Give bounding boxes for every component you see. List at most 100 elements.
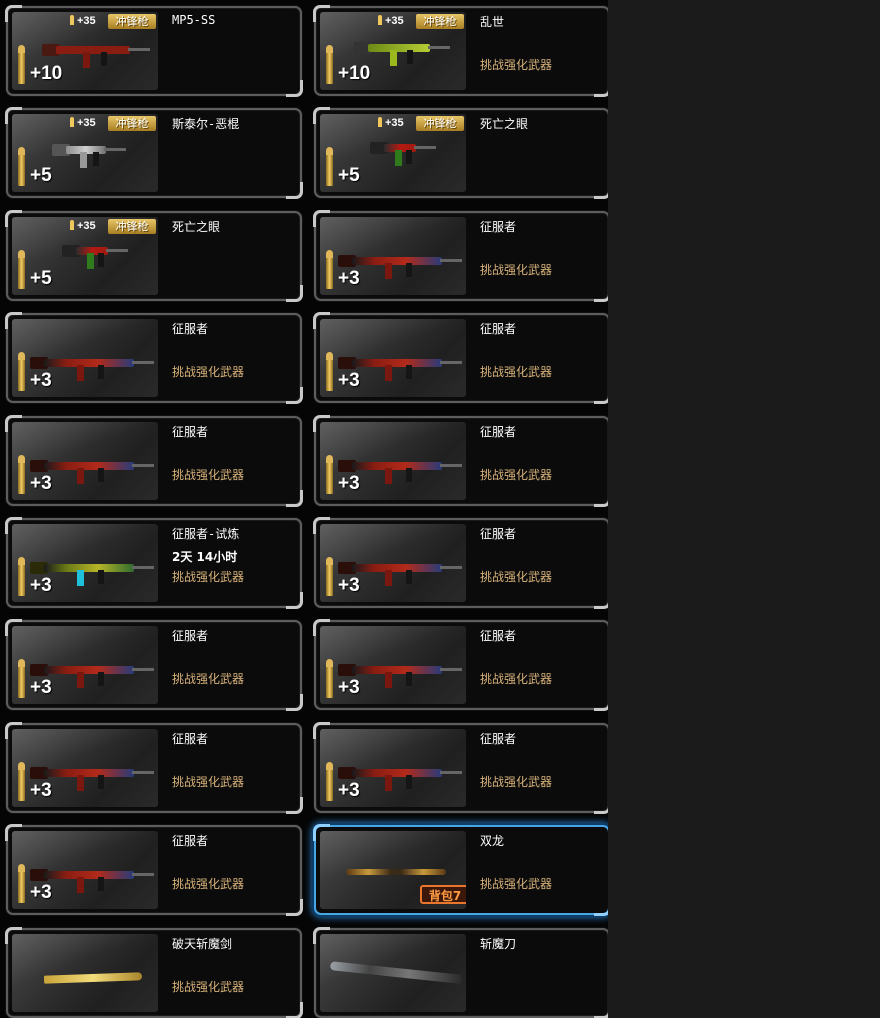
ammo-bullet-icon: [18, 762, 25, 801]
enhance-level: +5: [30, 165, 52, 186]
time-remaining: 2天 14小时: [172, 550, 238, 564]
weapon-card[interactable]: +3 征服者挑战强化武器: [5, 722, 303, 814]
weapon-card[interactable]: +3 征服者挑战强化武器: [313, 415, 608, 507]
weapon-name: 征服者: [172, 425, 209, 439]
dark-blade-icon: [329, 961, 463, 984]
ammo-bullet-icon: [326, 147, 333, 186]
ammo-bullet-icon: [18, 864, 25, 903]
enhance-level: +3: [30, 575, 52, 596]
weapon-card[interactable]: +5 +35 冲锋枪 斯泰尔-恶棍: [5, 107, 303, 199]
golden-sword-icon: [43, 972, 143, 984]
weapon-thumbnail: +3: [12, 422, 158, 500]
weapon-thumbnail: +3: [12, 729, 158, 807]
challenge-enhance-tag: 挑战强化武器: [172, 775, 245, 789]
weapon-thumbnail: +3: [320, 422, 466, 500]
weapon-name: MP5-SS: [172, 13, 216, 27]
ammo-bullet-icon: [18, 557, 25, 596]
ammo-icon: [378, 117, 382, 127]
weapon-card[interactable]: +5 +35 冲锋枪 死亡之眼: [313, 107, 608, 199]
ammo-bullet-icon: [326, 352, 333, 391]
weapon-name: 征服者: [172, 322, 209, 336]
weapon-card[interactable]: +5 +35 冲锋枪 死亡之眼: [5, 210, 303, 302]
weapon-name: 乱世: [480, 15, 505, 29]
weapon-card[interactable]: +3 征服者-试炼 2天 14小时 挑战强化武器: [5, 517, 303, 609]
weapon-card[interactable]: +3 征服者 挑战强化武器: [313, 312, 608, 404]
weapon-name: 征服者: [172, 629, 209, 643]
weapon-card[interactable]: +10 +35 冲锋枪 MP5-SS: [5, 5, 303, 97]
enhance-level: +3: [338, 370, 360, 391]
enhance-level: +3: [338, 268, 360, 289]
enhance-level: +3: [338, 677, 360, 698]
challenge-enhance-tag: 挑战强化武器: [480, 570, 553, 584]
ammo-bullet-icon: [326, 455, 333, 494]
ammo-bullet-icon: [18, 147, 25, 186]
ammo-bonus-value: +35: [77, 220, 96, 232]
weapon-image-icon: [52, 136, 126, 170]
ammo-icon: [378, 15, 382, 25]
weapon-card[interactable]: 斩魔刀: [313, 927, 608, 1018]
weapon-type-badge: 冲锋枪: [108, 219, 156, 234]
ammo-bullet-icon: [326, 250, 333, 289]
ammo-icon: [70, 220, 74, 230]
challenge-enhance-tag: 挑战强化武器: [172, 570, 245, 584]
weapon-name: 征服者: [480, 425, 517, 439]
challenge-enhance-tag: 挑战强化武器: [480, 58, 553, 72]
weapon-thumbnail: +3: [12, 831, 158, 909]
enhance-level: +3: [338, 575, 360, 596]
ammo-bullet-icon: [326, 659, 333, 698]
weapon-name: 斩魔刀: [480, 937, 517, 951]
enhance-level: +5: [30, 268, 52, 289]
weapon-thumbnail: [320, 934, 466, 1012]
ammo-bullet-icon: [18, 250, 25, 289]
weapon-type-badge: 冲锋枪: [108, 14, 156, 29]
weapon-card[interactable]: +3 征服者挑战强化武器: [5, 824, 303, 916]
ammo-bonus: +35: [70, 117, 96, 129]
weapon-card[interactable]: +3 征服者 挑战强化武器: [5, 312, 303, 404]
weapon-thumbnail: +10 +35 冲锋枪: [320, 12, 466, 90]
ammo-bullet-icon: [326, 557, 333, 596]
weapon-card[interactable]: +3 征服者 挑战强化武器: [313, 517, 608, 609]
weapon-name: 征服者-试炼: [172, 527, 240, 541]
weapon-name: 征服者: [172, 834, 209, 848]
challenge-enhance-tag: 挑战强化武器: [480, 365, 553, 379]
weapon-thumbnail: +3: [320, 626, 466, 704]
weapon-type-badge: 冲锋枪: [416, 116, 464, 131]
ammo-bonus: +35: [378, 117, 404, 129]
weapon-card[interactable]: 背包7 双龙 挑战强化武器: [313, 824, 608, 916]
challenge-enhance-tag: 挑战强化武器: [480, 672, 553, 686]
weapon-card[interactable]: +10 +35 冲锋枪 乱世 挑战强化武器: [313, 5, 608, 97]
enhance-level: +5: [338, 165, 360, 186]
weapon-card[interactable]: +3 征服者 挑战强化武器: [5, 619, 303, 711]
weapon-thumbnail: +3: [12, 626, 158, 704]
ammo-bonus: +35: [70, 220, 96, 232]
weapon-thumbnail: [12, 934, 158, 1012]
weapon-card[interactable]: +3 征服者 挑战强化武器: [5, 415, 303, 507]
enhance-level: +3: [338, 780, 360, 801]
weapon-thumbnail: +5 +35 冲锋枪: [320, 114, 466, 192]
weapon-card[interactable]: +3 征服者 挑战强化武器: [313, 722, 608, 814]
ammo-icon: [70, 15, 74, 25]
weapon-thumbnail: +3: [320, 319, 466, 397]
weapon-thumbnail: +3: [320, 729, 466, 807]
ammo-bullet-icon: [18, 45, 25, 84]
weapon-name: 征服者: [480, 220, 517, 234]
weapon-image-icon: [62, 237, 128, 271]
weapon-card[interactable]: +3 征服者 挑战强化武器: [313, 210, 608, 302]
challenge-enhance-tag: 挑战强化武器: [480, 468, 553, 482]
ammo-bonus: +35: [70, 15, 96, 27]
weapon-card[interactable]: +3 征服者 挑战强化武器: [313, 619, 608, 711]
ammo-bonus-value: +35: [385, 15, 404, 27]
ammo-bullet-icon: [18, 455, 25, 494]
weapon-card[interactable]: 破天斩魔剑 挑战强化武器: [5, 927, 303, 1018]
challenge-enhance-tag: 挑战强化武器: [172, 877, 245, 891]
enhance-level: +3: [30, 677, 52, 698]
ammo-icon: [70, 117, 74, 127]
weapon-thumbnail: +3: [12, 524, 158, 602]
ammo-bullet-icon: [326, 762, 333, 801]
challenge-enhance-tag: 挑战强化武器: [172, 365, 245, 379]
weapon-name: 征服者: [172, 732, 209, 746]
ammo-bonus-value: +35: [385, 117, 404, 129]
enhance-level: +10: [338, 63, 371, 84]
weapon-type-badge: 冲锋枪: [108, 116, 156, 131]
ammo-bullet-icon: [18, 352, 25, 391]
